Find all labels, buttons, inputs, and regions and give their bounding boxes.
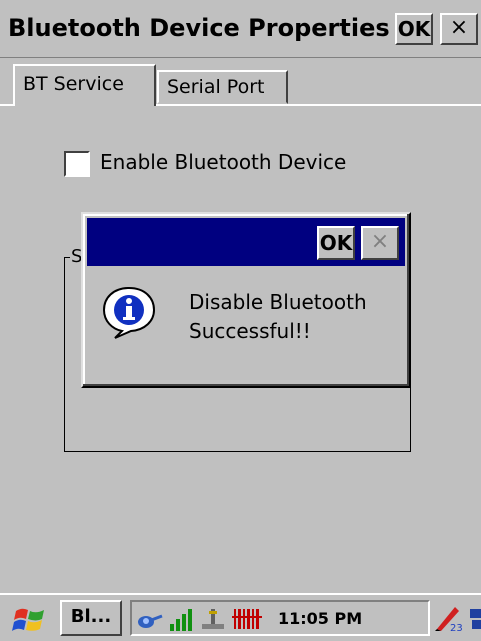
dialog-message: Disable Bluetooth Successful!! xyxy=(189,290,367,343)
info-icon xyxy=(102,286,156,339)
dialog-titlebar: OK × xyxy=(87,218,405,266)
enable-bluetooth-checkbox[interactable] xyxy=(64,151,90,177)
window-title: Bluetooth Device Properties xyxy=(8,14,390,42)
start-icon[interactable] xyxy=(12,603,48,635)
desktop-icon[interactable] xyxy=(470,605,481,633)
dialog-ok-button[interactable]: OK xyxy=(317,226,355,260)
system-tray: 11:05 PM xyxy=(130,600,430,636)
bluetooth-icon[interactable] xyxy=(136,606,164,632)
ok-button[interactable]: OK xyxy=(395,13,433,45)
tab-serial-port[interactable]: Serial Port xyxy=(157,70,288,104)
message-dialog: OK × Disable Bluetooth Successful!! xyxy=(81,212,411,388)
dialog-close-button[interactable]: × xyxy=(361,226,399,260)
barcode-icon[interactable] xyxy=(232,606,262,632)
input-panel-icon[interactable]: 23 xyxy=(433,603,463,633)
tab-bt-service[interactable]: BT Service xyxy=(13,64,156,106)
signal-icon[interactable] xyxy=(168,606,194,632)
taskbar: Bl... 11:05 PM 23 xyxy=(0,593,481,641)
active-tab-gap xyxy=(15,104,154,106)
network-icon[interactable] xyxy=(200,606,226,632)
enable-bluetooth-label[interactable]: Enable Bluetooth Device xyxy=(100,150,346,174)
close-button[interactable]: × xyxy=(440,13,478,45)
task-button-bluetooth[interactable]: Bl... xyxy=(60,600,122,636)
window-titlebar: Bluetooth Device Properties OK × xyxy=(0,0,481,58)
clock[interactable]: 11:05 PM xyxy=(278,606,362,632)
svg-text:23: 23 xyxy=(450,623,463,633)
